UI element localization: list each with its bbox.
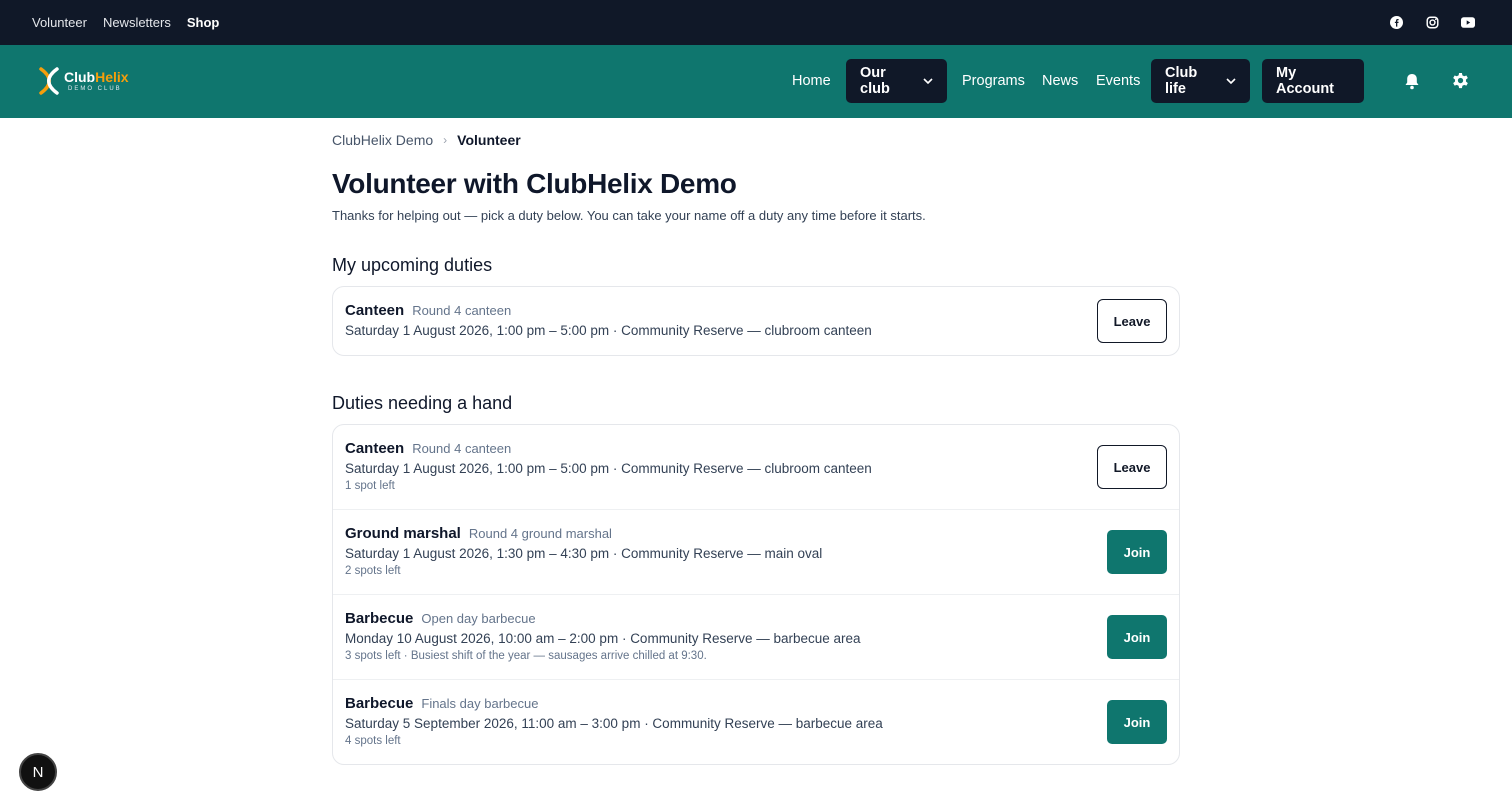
club-logo[interactable]: ClubHelix DEMO CLUB bbox=[38, 67, 129, 95]
upcoming-section-title: My upcoming duties bbox=[332, 255, 493, 275]
join-button[interactable]: Join bbox=[1107, 615, 1167, 659]
facebook-icon[interactable] bbox=[1388, 14, 1404, 30]
list-item: Ground marshal Round 4 ground marshal Sa… bbox=[333, 510, 1179, 595]
breadcrumb-current: Volunteer bbox=[457, 132, 521, 148]
page-title: Volunteer with ClubHelix Demo bbox=[332, 168, 737, 199]
bell-icon[interactable] bbox=[1402, 71, 1422, 91]
duty-when: Monday 10 August 2026, 10:00 am – 2:00 p… bbox=[345, 631, 861, 646]
duty-detail: Finals day barbecue bbox=[421, 696, 539, 711]
my-account-button[interactable]: My Account bbox=[1262, 59, 1364, 103]
nav-news[interactable]: News bbox=[1042, 59, 1078, 103]
helix-logo-icon bbox=[38, 67, 60, 95]
main-navbar: ClubHelix DEMO CLUB Home Our club Progra… bbox=[0, 45, 1512, 118]
top-utility-bar: Volunteer Newsletters Shop bbox=[0, 0, 1512, 45]
duty-when: Saturday 5 September 2026, 11:00 am – 3:… bbox=[345, 716, 883, 731]
duty-when: Saturday 1 August 2026, 1:00 pm – 5:00 p… bbox=[345, 323, 872, 338]
duty-detail: Round 4 ground marshal bbox=[468, 526, 612, 541]
utility-links: Volunteer Newsletters Shop bbox=[32, 15, 235, 30]
duty-detail: Round 4 canteen bbox=[412, 303, 512, 318]
leave-button[interactable]: Leave bbox=[1097, 445, 1167, 489]
duty-spots: 4 spots left bbox=[345, 735, 401, 747]
duty-detail: Round 4 canteen bbox=[412, 441, 512, 456]
duty-when: Saturday 1 August 2026, 1:00 pm – 5:00 p… bbox=[345, 461, 872, 476]
join-button[interactable]: Join bbox=[1107, 700, 1167, 744]
logo-brand-b: Helix bbox=[95, 69, 129, 85]
list-item: Barbecue Finals day barbecue Saturday 5 … bbox=[333, 680, 1179, 764]
list-item: Canteen Round 4 canteen Saturday 1 Augus… bbox=[333, 425, 1179, 510]
duty-name: Barbecue bbox=[345, 695, 414, 712]
nav-our-club-label: Our club bbox=[860, 65, 890, 97]
logo-brand-a: Club bbox=[64, 69, 96, 85]
dev-tools-button[interactable]: N bbox=[19, 753, 57, 791]
nav-programs[interactable]: Programs bbox=[962, 59, 1025, 103]
join-button[interactable]: Join bbox=[1107, 530, 1167, 574]
duty-name: Canteen bbox=[345, 440, 405, 457]
upcoming-duties-card: Canteen Round 4 canteen Saturday 1 Augus… bbox=[332, 286, 1180, 356]
duty-detail: Open day barbecue bbox=[421, 611, 536, 626]
social-links bbox=[1388, 14, 1476, 30]
logo-subtitle: DEMO CLUB bbox=[68, 86, 122, 92]
nav-home[interactable]: Home bbox=[792, 59, 831, 103]
newsletters-link[interactable]: Newsletters bbox=[103, 15, 171, 30]
needing-duties-card: Canteen Round 4 canteen Saturday 1 Augus… bbox=[332, 424, 1180, 765]
leave-button[interactable]: Leave bbox=[1097, 299, 1167, 343]
duty-when: Saturday 1 August 2026, 1:30 pm – 4:30 p… bbox=[345, 546, 823, 561]
list-item: Canteen Round 4 canteen Saturday 1 Augus… bbox=[333, 287, 1179, 355]
duty-spots: 1 spot left bbox=[345, 480, 395, 492]
list-item: Barbecue Open day barbecue Monday 10 Aug… bbox=[333, 595, 1179, 680]
needing-section-title: Duties needing a hand bbox=[332, 393, 513, 413]
instagram-icon[interactable] bbox=[1424, 14, 1440, 30]
duty-name: Barbecue bbox=[345, 610, 414, 627]
breadcrumb: ClubHelix Demo › Volunteer bbox=[332, 132, 521, 148]
duty-name: Canteen bbox=[345, 302, 405, 319]
duty-spots: 2 spots left bbox=[345, 565, 401, 577]
nav-club-life[interactable]: Club life bbox=[1151, 59, 1250, 103]
nav-club-life-label: Club life bbox=[1165, 65, 1198, 97]
page-intro: Thanks for helping out — pick a duty bel… bbox=[332, 208, 926, 223]
chevron-down-icon bbox=[923, 78, 933, 84]
nav-our-club[interactable]: Our club bbox=[846, 59, 947, 103]
chevron-right-icon: › bbox=[443, 133, 448, 147]
nav-events[interactable]: Events bbox=[1096, 59, 1140, 103]
gear-icon[interactable] bbox=[1450, 71, 1470, 91]
shop-link[interactable]: Shop bbox=[187, 15, 220, 30]
breadcrumb-root[interactable]: ClubHelix Demo bbox=[332, 132, 433, 148]
chevron-down-icon bbox=[1226, 78, 1236, 84]
volunteer-link[interactable]: Volunteer bbox=[32, 15, 87, 30]
youtube-icon[interactable] bbox=[1460, 14, 1476, 30]
duty-spots: 3 spots left · Busiest shift of the year… bbox=[345, 650, 707, 662]
duty-name: Ground marshal bbox=[345, 525, 461, 542]
